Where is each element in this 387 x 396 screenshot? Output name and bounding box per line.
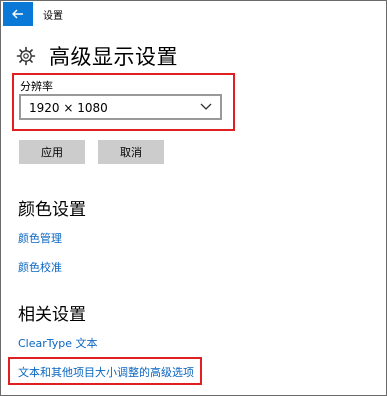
window-title: 设置 bbox=[43, 11, 63, 22]
apply-button[interactable]: 应用 bbox=[19, 140, 85, 164]
title-bar: 设置 bbox=[1, 1, 386, 27]
cancel-button[interactable]: 取消 bbox=[98, 140, 164, 164]
back-button[interactable] bbox=[3, 2, 33, 26]
gear-icon bbox=[16, 46, 36, 66]
advanced-text-sizing-link[interactable]: 文本和其他项目大小调整的高级选项 bbox=[18, 364, 194, 380]
color-settings-heading: 颜色设置 bbox=[18, 200, 86, 220]
cleartype-text-link[interactable]: ClearType 文本 bbox=[18, 335, 98, 351]
resolution-selected-value: 1920 × 1080 bbox=[29, 101, 108, 115]
color-calibration-link[interactable]: 颜色校准 bbox=[18, 259, 62, 275]
settings-window: 设置 高级显示设置 分辨率 1920 × 1080 应用 取消 颜色设置 颜色管… bbox=[0, 0, 387, 396]
back-arrow-icon bbox=[12, 9, 23, 19]
resolution-label: 分辨率 bbox=[20, 80, 53, 93]
page-title: 高级显示设置 bbox=[49, 45, 178, 69]
page-header: 高级显示设置 bbox=[16, 41, 178, 71]
resolution-dropdown[interactable]: 1920 × 1080 bbox=[19, 94, 222, 120]
color-management-link[interactable]: 颜色管理 bbox=[18, 230, 62, 246]
related-settings-heading: 相关设置 bbox=[18, 305, 86, 325]
chevron-down-icon bbox=[200, 103, 212, 110]
